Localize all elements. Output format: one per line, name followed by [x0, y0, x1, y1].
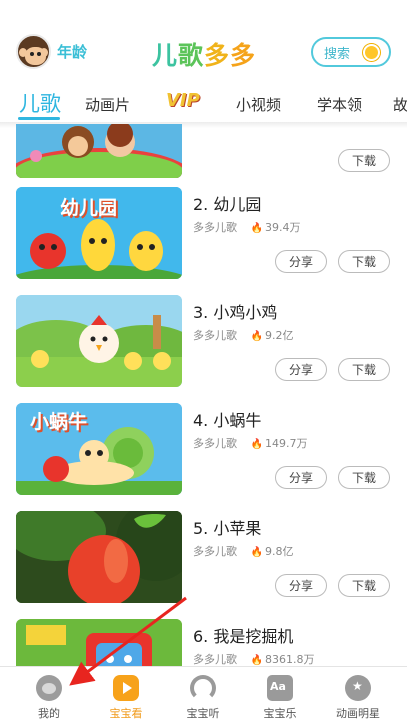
thumbnail-art: [16, 619, 182, 666]
logo-char: 多: [204, 41, 231, 70]
list-item[interactable]: 小蜗牛 4. 小蜗牛 多多儿歌 🔥 149.7万 分享 下载: [0, 403, 407, 511]
nav-mine[interactable]: 我的: [19, 671, 79, 721]
song-meta: 多多儿歌 🔥 9.2亿: [193, 327, 293, 343]
bottom-nav: 我的 宝宝看 宝宝听 Aa 宝宝乐 ★ 动画明星: [0, 666, 407, 724]
tab-vip[interactable]: VIP: [166, 90, 200, 111]
play-count-value: 149.7万: [264, 437, 308, 450]
nav-label: 我的: [38, 707, 60, 720]
play-count-value: 8361.8万: [264, 653, 315, 666]
thumbnail-caption: 小蜗牛: [30, 411, 88, 433]
logo-char: 多: [230, 41, 257, 70]
nav-label: 宝宝看: [109, 707, 143, 720]
song-title[interactable]: 5. 小苹果: [193, 515, 261, 539]
song-thumbnail[interactable]: [16, 124, 182, 178]
age-selector[interactable]: 年龄: [16, 34, 87, 69]
channel-name: 多多儿歌: [193, 437, 237, 450]
play-count: 🔥 9.2亿: [251, 329, 294, 342]
logo-char: 歌: [178, 41, 205, 70]
category-tabs: 儿歌 动画片 VIP 小视频 学本领 故: [0, 86, 407, 122]
monkey-avatar-icon: [16, 34, 51, 69]
share-button[interactable]: 分享: [275, 358, 327, 381]
app-header: 年龄 儿歌多多 搜索: [0, 0, 407, 86]
song-title[interactable]: 4. 小蜗牛: [193, 407, 261, 431]
song-meta: 多多儿歌 🔥 149.7万: [193, 435, 307, 451]
play-count-value: 9.8亿: [264, 545, 294, 558]
list-item[interactable]: 幼儿园 2. 幼儿园 多多儿歌 🔥 39.4万 分享 下载: [0, 187, 407, 295]
play-count: 🔥 39.4万: [251, 221, 301, 234]
play-count: 🔥 149.7万: [251, 437, 308, 450]
avatar-eye-right: [37, 52, 41, 56]
nav-label: 宝宝听: [186, 707, 220, 720]
search-icon: [363, 44, 380, 61]
tab-erge[interactable]: 儿歌: [19, 88, 61, 118]
star-bear-icon: ★: [345, 675, 371, 701]
channel-name: 多多儿歌: [193, 653, 237, 666]
song-thumbnail[interactable]: [16, 295, 182, 387]
song-thumbnail[interactable]: 小蜗牛: [16, 403, 182, 495]
share-button[interactable]: 分享: [275, 574, 327, 597]
song-thumbnail[interactable]: 幼儿园: [16, 187, 182, 279]
play-count: 🔥 8361.8万: [251, 653, 315, 666]
nav-baobaoting[interactable]: 宝宝听: [173, 671, 233, 721]
headphones-icon: [190, 675, 216, 701]
tv-icon: [113, 675, 139, 701]
fire-icon: 🔥: [250, 547, 263, 558]
list-item[interactable]: 下载: [0, 124, 407, 194]
avatar-face: [25, 47, 46, 65]
fire-icon: 🔥: [250, 223, 263, 234]
channel-name: 多多儿歌: [193, 329, 237, 342]
song-title[interactable]: 3. 小鸡小鸡: [193, 299, 277, 323]
age-label: 年龄: [57, 43, 88, 61]
song-meta: 多多儿歌 🔥 39.4万: [193, 219, 300, 235]
nav-baobaokan[interactable]: 宝宝看: [96, 671, 156, 721]
play-count-value: 39.4万: [264, 221, 301, 234]
play-count: 🔥 9.8亿: [251, 545, 294, 558]
download-button[interactable]: 下载: [338, 574, 390, 597]
thumbnail-caption: 幼儿园: [60, 197, 118, 219]
download-button[interactable]: 下载: [338, 466, 390, 489]
nav-donghuamingxing[interactable]: ★ 动画明星: [328, 671, 388, 721]
list-item[interactable]: 3. 小鸡小鸡 多多儿歌 🔥 9.2亿 分享 下载: [0, 295, 407, 403]
nav-label: 宝宝乐: [263, 707, 297, 720]
nav-baobaole[interactable]: Aa 宝宝乐: [250, 671, 310, 721]
song-meta: 多多儿歌 🔥 9.8亿: [193, 543, 293, 559]
app-logo: 儿歌多多: [152, 36, 256, 72]
nav-label: 动画明星: [336, 707, 380, 720]
download-button[interactable]: 下载: [338, 250, 390, 273]
tab-xuebenling[interactable]: 学本领: [317, 94, 362, 115]
channel-name: 多多儿歌: [193, 545, 237, 558]
song-meta: 多多儿歌 🔥 8361.8万: [193, 651, 314, 666]
list-item[interactable]: 6. 我是挖掘机 多多儿歌 🔥 8361.8万: [0, 619, 407, 666]
share-button[interactable]: 分享: [275, 466, 327, 489]
song-title[interactable]: 6. 我是挖掘机: [193, 623, 293, 647]
tab-donghuapian[interactable]: 动画片: [85, 94, 130, 115]
download-button[interactable]: 下载: [338, 149, 390, 172]
abc-icon: Aa: [267, 675, 293, 701]
fire-icon: 🔥: [250, 331, 263, 342]
channel-name: 多多儿歌: [193, 221, 237, 234]
avatar-eye-left: [30, 52, 34, 56]
fire-icon: 🔥: [250, 439, 263, 450]
download-button[interactable]: 下载: [338, 358, 390, 381]
active-tab-indicator: [18, 117, 60, 120]
logo-char: 儿: [152, 41, 179, 70]
search-button[interactable]: 搜索: [311, 37, 391, 67]
song-list[interactable]: 下载 幼儿园 2. 幼儿园 多多儿歌 🔥 39.4万 分享 下载 3. 小鸡小鸡…: [0, 124, 407, 666]
list-item[interactable]: 5. 小苹果 多多儿歌 🔥 9.8亿 分享 下载: [0, 511, 407, 619]
song-thumbnail[interactable]: [16, 619, 182, 666]
tab-xiaoshipin[interactable]: 小视频: [236, 94, 281, 115]
fire-icon: 🔥: [250, 655, 263, 666]
share-button[interactable]: 分享: [275, 250, 327, 273]
search-label: 搜索: [324, 46, 351, 62]
song-thumbnail[interactable]: [16, 511, 182, 603]
thumbnail-art: [16, 295, 182, 387]
thumbnail-art: [16, 124, 182, 178]
tab-gu[interactable]: 故: [393, 94, 407, 115]
song-title[interactable]: 2. 幼儿园: [193, 191, 261, 215]
play-count-value: 9.2亿: [264, 329, 294, 342]
monkey-icon: [36, 675, 62, 701]
thumbnail-art: [16, 511, 182, 603]
